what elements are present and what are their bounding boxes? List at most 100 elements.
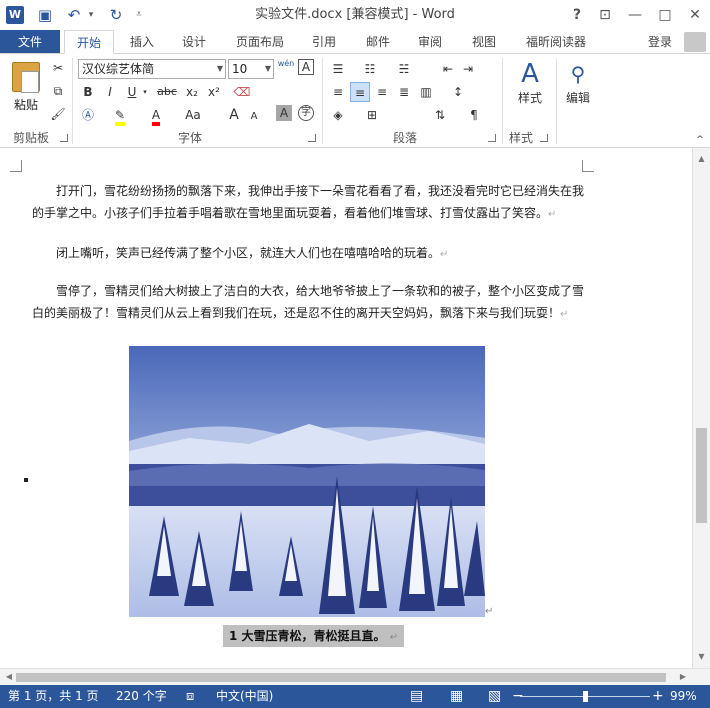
editing-button[interactable]: ⚲ 编辑 <box>560 59 596 106</box>
tab-foxit-reader[interactable]: 福昕阅读器 <box>514 30 598 54</box>
avatar[interactable] <box>684 32 706 52</box>
paragraph-mark: ↵ <box>389 632 399 643</box>
character-shading-button[interactable]: A <box>276 105 292 121</box>
horizontal-scrollbar[interactable]: ◀ ▶ <box>0 668 710 685</box>
customize-quick-access-icon[interactable]: ⩡ <box>132 5 146 25</box>
zoom-slider-thumb[interactable] <box>583 691 588 702</box>
underline-button[interactable]: U <box>122 82 142 102</box>
maximize-button[interactable]: □ <box>652 4 678 26</box>
scroll-right-icon[interactable]: ▶ <box>676 669 690 685</box>
help-button[interactable]: ? <box>564 4 590 26</box>
copy-icon[interactable]: ⧉ <box>48 81 68 101</box>
enclose-characters-button[interactable]: 字 <box>298 105 314 121</box>
snow-forest-photo[interactable] <box>129 346 485 617</box>
subscript-button[interactable]: x₂ <box>182 82 202 102</box>
horizontal-scroll-thumb[interactable] <box>16 673 666 682</box>
redo-icon[interactable]: ↻ <box>106 5 126 25</box>
multilevel-list-icon[interactable]: ☵ <box>394 59 414 79</box>
font-launcher-icon[interactable] <box>308 134 316 142</box>
underline-dropdown-icon[interactable]: ▾ <box>140 82 150 102</box>
distributed-icon[interactable]: ▥ <box>416 82 436 102</box>
chevron-down-icon[interactable]: ▼ <box>217 60 223 78</box>
vertical-scroll-thumb[interactable] <box>696 428 707 523</box>
align-right-icon[interactable]: ≡ <box>372 82 392 102</box>
paragraph-launcher-icon[interactable] <box>488 134 496 142</box>
paragraph[interactable]: 雪停了，雪精灵们给大树披上了洁白的大衣，给大地爷爷披上了一条软和的被子，整个小区… <box>32 280 584 326</box>
login-link[interactable]: 登录 <box>648 30 672 54</box>
tab-file[interactable]: 文件 <box>0 30 60 54</box>
format-painter-icon[interactable]: 🖌 <box>48 104 68 124</box>
save-icon[interactable]: ▣ <box>34 5 56 25</box>
phonetic-guide-button[interactable]: wén <box>276 59 296 79</box>
bold-button[interactable]: B <box>78 82 98 102</box>
numbering-icon[interactable]: ☷ <box>360 59 380 79</box>
read-mode-icon[interactable]: ▤ <box>410 685 423 708</box>
tab-page-layout[interactable]: 页面布局 <box>228 30 292 54</box>
styles-group-label: 样式 <box>508 131 533 145</box>
paste-button[interactable]: 粘贴 <box>12 96 40 113</box>
chevron-down-icon[interactable]: ▼ <box>265 60 271 78</box>
tab-mailings[interactable]: 邮件 <box>356 30 400 54</box>
sort-icon[interactable]: ⇅ <box>430 105 450 125</box>
print-layout-icon[interactable]: ▦ <box>450 685 463 708</box>
scroll-down-icon[interactable]: ▼ <box>693 650 710 664</box>
tab-review[interactable]: 审阅 <box>408 30 452 54</box>
character-border-button[interactable]: A <box>298 59 314 75</box>
italic-button[interactable]: I <box>100 82 120 102</box>
undo-icon[interactable]: ↶ <box>64 5 84 25</box>
tab-home[interactable]: 开始 <box>64 30 114 54</box>
styles-launcher-icon[interactable] <box>540 134 548 142</box>
paragraph[interactable]: 打开门，雪花纷纷扬扬的飘落下来，我伸出手接下一朵雪花看看了看，我还没看完时它已经… <box>32 180 584 226</box>
font-color-icon[interactable]: A <box>146 105 166 126</box>
font-size-combobox[interactable]: 10 ▼ <box>228 59 274 79</box>
zoom-level[interactable]: 99% <box>670 685 697 708</box>
page-count[interactable]: 第 1 页，共 1 页 <box>8 685 99 708</box>
change-case-button[interactable]: Aa <box>180 105 206 125</box>
anchor-mark <box>24 478 28 482</box>
styles-button[interactable]: A 样式 <box>508 59 552 106</box>
bullets-icon[interactable]: ☰ <box>328 59 348 79</box>
web-layout-icon[interactable]: ▧ <box>488 685 501 708</box>
shading-icon[interactable]: ◈ <box>328 105 348 125</box>
justify-icon[interactable]: ≣ <box>394 82 414 102</box>
tab-insert[interactable]: 插入 <box>120 30 164 54</box>
clear-formatting-icon[interactable]: ⌫ <box>232 82 252 102</box>
paragraph[interactable]: 闭上嘴听，笑声已经传满了整个小区，就连大人们也在嘻嘻哈哈的玩着。↵ <box>32 242 584 266</box>
decrease-indent-icon[interactable]: ⇤ <box>438 59 458 79</box>
tab-references[interactable]: 引用 <box>302 30 346 54</box>
grow-font-button[interactable]: A <box>224 105 244 125</box>
paste-icon[interactable] <box>12 62 40 93</box>
shrink-font-button[interactable]: A <box>244 107 264 127</box>
align-center-icon[interactable]: ≡ <box>350 82 370 102</box>
tab-design[interactable]: 设计 <box>172 30 216 54</box>
scroll-left-icon[interactable]: ◀ <box>2 669 16 685</box>
strikethrough-button[interactable]: abc <box>154 82 180 102</box>
close-button[interactable]: ✕ <box>682 4 708 26</box>
vertical-scrollbar[interactable]: ▲ ▼ <box>692 148 710 668</box>
figure-caption[interactable]: 1 大雪压青松，青松挺且直。 ↵ <box>223 625 405 647</box>
highlight-icon[interactable]: ✎ <box>110 105 130 126</box>
clipboard-launcher-icon[interactable] <box>60 134 68 142</box>
superscript-button[interactable]: x² <box>204 82 224 102</box>
scroll-up-icon[interactable]: ▲ <box>693 152 710 166</box>
word-logo-icon[interactable]: W <box>6 6 24 24</box>
proofing-icon[interactable]: ⧈ <box>186 685 194 708</box>
cut-icon[interactable]: ✂ <box>48 58 68 78</box>
show-marks-icon[interactable]: ¶ <box>464 105 484 125</box>
zoom-in-button[interactable]: + <box>652 685 664 708</box>
ribbon-display-options-button[interactable]: ⊡ <box>592 4 618 26</box>
editing-button-label: 编辑 <box>565 91 590 105</box>
increase-indent-icon[interactable]: ⇥ <box>458 59 478 79</box>
tab-view[interactable]: 视图 <box>462 30 506 54</box>
word-count[interactable]: 220 个字 <box>116 685 167 708</box>
document-canvas[interactable]: 打开门，雪花纷纷扬扬的飘落下来，我伸出手接下一朵雪花看看了看，我还没看完时它已经… <box>0 148 692 668</box>
borders-icon[interactable]: ⊞ <box>362 105 382 125</box>
align-left-icon[interactable]: ≡ <box>328 82 348 102</box>
undo-dropdown-icon[interactable]: ▾ <box>86 5 96 25</box>
text-effects-icon[interactable]: Ⓐ <box>78 105 98 125</box>
minimize-button[interactable]: — <box>622 4 648 26</box>
collapse-ribbon-icon[interactable]: ^ <box>690 130 710 150</box>
language-indicator[interactable]: 中文(中国) <box>216 685 273 708</box>
line-spacing-icon[interactable]: ↕ <box>448 82 468 102</box>
font-name-combobox[interactable]: 汉仪综艺体简 ▼ <box>78 59 226 79</box>
